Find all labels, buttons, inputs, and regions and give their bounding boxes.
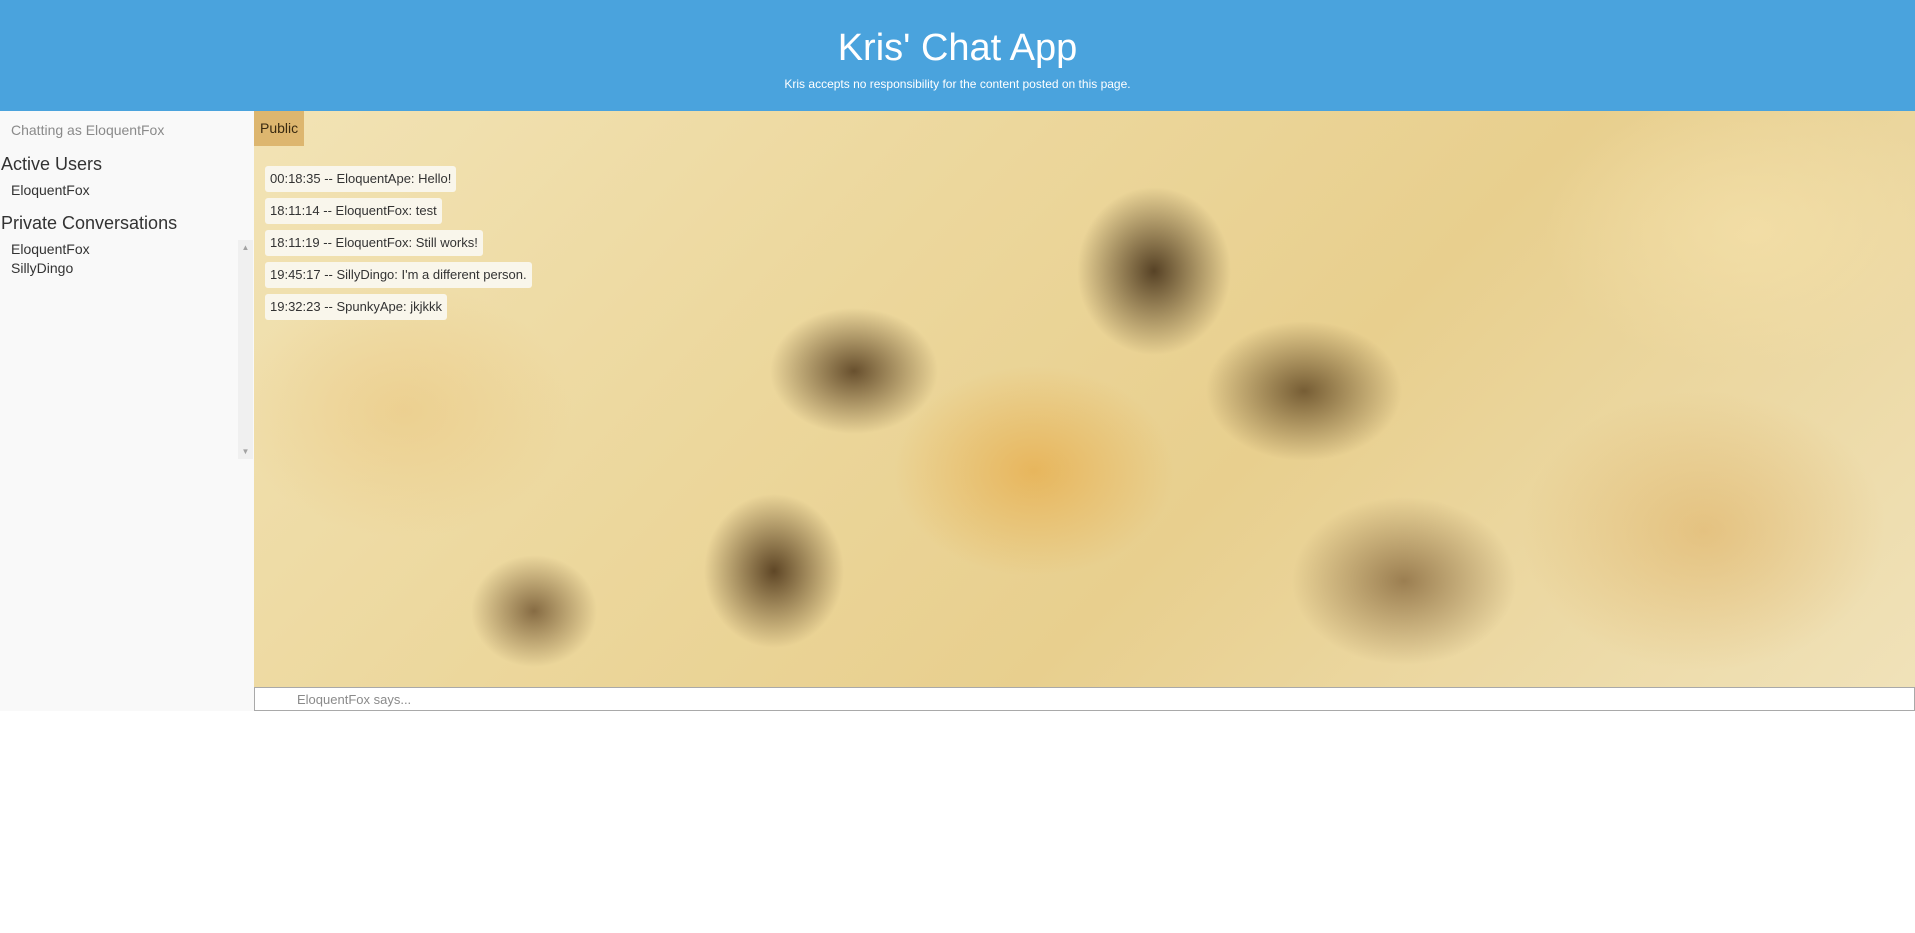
chat-message: 19:45:17 -- SillyDingo: I'm a different … xyxy=(265,262,532,288)
private-conversations-scrollbar[interactable]: ▲ ▼ xyxy=(238,240,253,459)
triangle-down-icon[interactable]: ▼ xyxy=(238,444,253,459)
message-input[interactable] xyxy=(255,688,1914,710)
chat-area: Public 00:18:35 -- EloquentApe: Hello! 1… xyxy=(254,111,1915,687)
chat-message: 19:32:23 -- SpunkyApe: jkjkkk xyxy=(265,294,447,320)
private-conversation-item[interactable]: EloquentFox xyxy=(11,240,90,259)
active-users-heading: Active Users xyxy=(1,154,103,174)
chat-message: 18:11:19 -- EloquentFox: Still works! xyxy=(265,230,483,256)
chat-message: 00:18:35 -- EloquentApe: Hello! xyxy=(265,166,457,192)
tab-public[interactable]: Public xyxy=(254,111,305,146)
chat-message: 18:11:14 -- EloquentFox: test xyxy=(265,198,442,224)
app-disclaimer: Kris accepts no responsibility for the c… xyxy=(784,77,1131,91)
private-conversation-item[interactable]: SillyDingo xyxy=(11,259,90,278)
chatting-as-label: Chatting as EloquentFox xyxy=(11,122,165,138)
triangle-up-icon[interactable]: ▲ xyxy=(238,240,253,255)
message-list: 00:18:35 -- EloquentApe: Hello! 18:11:14… xyxy=(265,166,532,326)
active-users-list: EloquentFox xyxy=(11,181,90,200)
private-conversations-heading: Private Conversations xyxy=(1,213,178,233)
app-header: Kris' Chat App Kris accepts no responsib… xyxy=(0,0,1915,111)
app-title: Kris' Chat App xyxy=(837,27,1078,69)
private-conversations-list: EloquentFox SillyDingo xyxy=(11,240,90,278)
active-user-item[interactable]: EloquentFox xyxy=(11,181,90,200)
message-input-bar xyxy=(254,687,1915,711)
sidebar: Chatting as EloquentFox Active Users Elo… xyxy=(0,111,254,711)
